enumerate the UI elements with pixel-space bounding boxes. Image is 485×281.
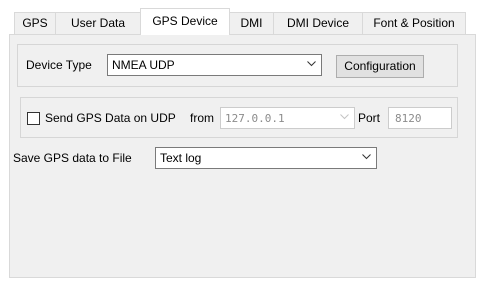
tab-dmi-device[interactable]: DMI Device <box>273 12 363 34</box>
configuration-button-label: Configuration <box>344 59 416 73</box>
tab-font-position-label: Font & Position <box>373 16 455 30</box>
tab-gps-device[interactable]: GPS Device <box>140 8 230 35</box>
device-type-label: Device Type <box>26 58 92 72</box>
from-label: from <box>190 111 214 125</box>
port-input[interactable]: 8120 <box>388 107 452 129</box>
save-format-select[interactable]: Text log <box>155 147 377 169</box>
tab-user-data-label: User Data <box>70 16 126 30</box>
gps-device-panel: Device Type NMEA UDP Configuration Send … <box>9 34 476 278</box>
tab-gps-label: GPS <box>22 16 48 30</box>
tab-user-data[interactable]: User Data <box>55 12 141 34</box>
device-type-value: NMEA UDP <box>112 58 175 72</box>
port-label: Port <box>358 111 381 125</box>
tab-font-position[interactable]: Font & Position <box>362 12 466 34</box>
tab-gps-device-label: GPS Device <box>152 14 218 28</box>
tab-dmi-label: DMI <box>240 16 263 30</box>
chevron-down-icon <box>301 55 321 75</box>
device-type-select[interactable]: NMEA UDP <box>107 54 322 76</box>
save-format-value: Text log <box>160 151 202 165</box>
send-udp-checkbox[interactable] <box>27 112 40 125</box>
tab-dmi[interactable]: DMI <box>229 12 274 34</box>
configuration-button[interactable]: Configuration <box>336 55 424 78</box>
from-ip-select[interactable]: 127.0.0.1 <box>220 107 355 129</box>
save-to-file-label: Save GPS data to File <box>13 151 132 165</box>
tab-dmi-device-label: DMI Device <box>286 16 349 30</box>
tab-gps[interactable]: GPS <box>14 12 56 34</box>
from-ip-value: 127.0.0.1 <box>225 112 285 125</box>
port-value: 8120 <box>395 112 422 125</box>
send-udp-label[interactable]: Send GPS Data on UDP <box>45 110 176 126</box>
chevron-down-icon <box>334 108 354 128</box>
chevron-down-icon <box>356 148 376 168</box>
